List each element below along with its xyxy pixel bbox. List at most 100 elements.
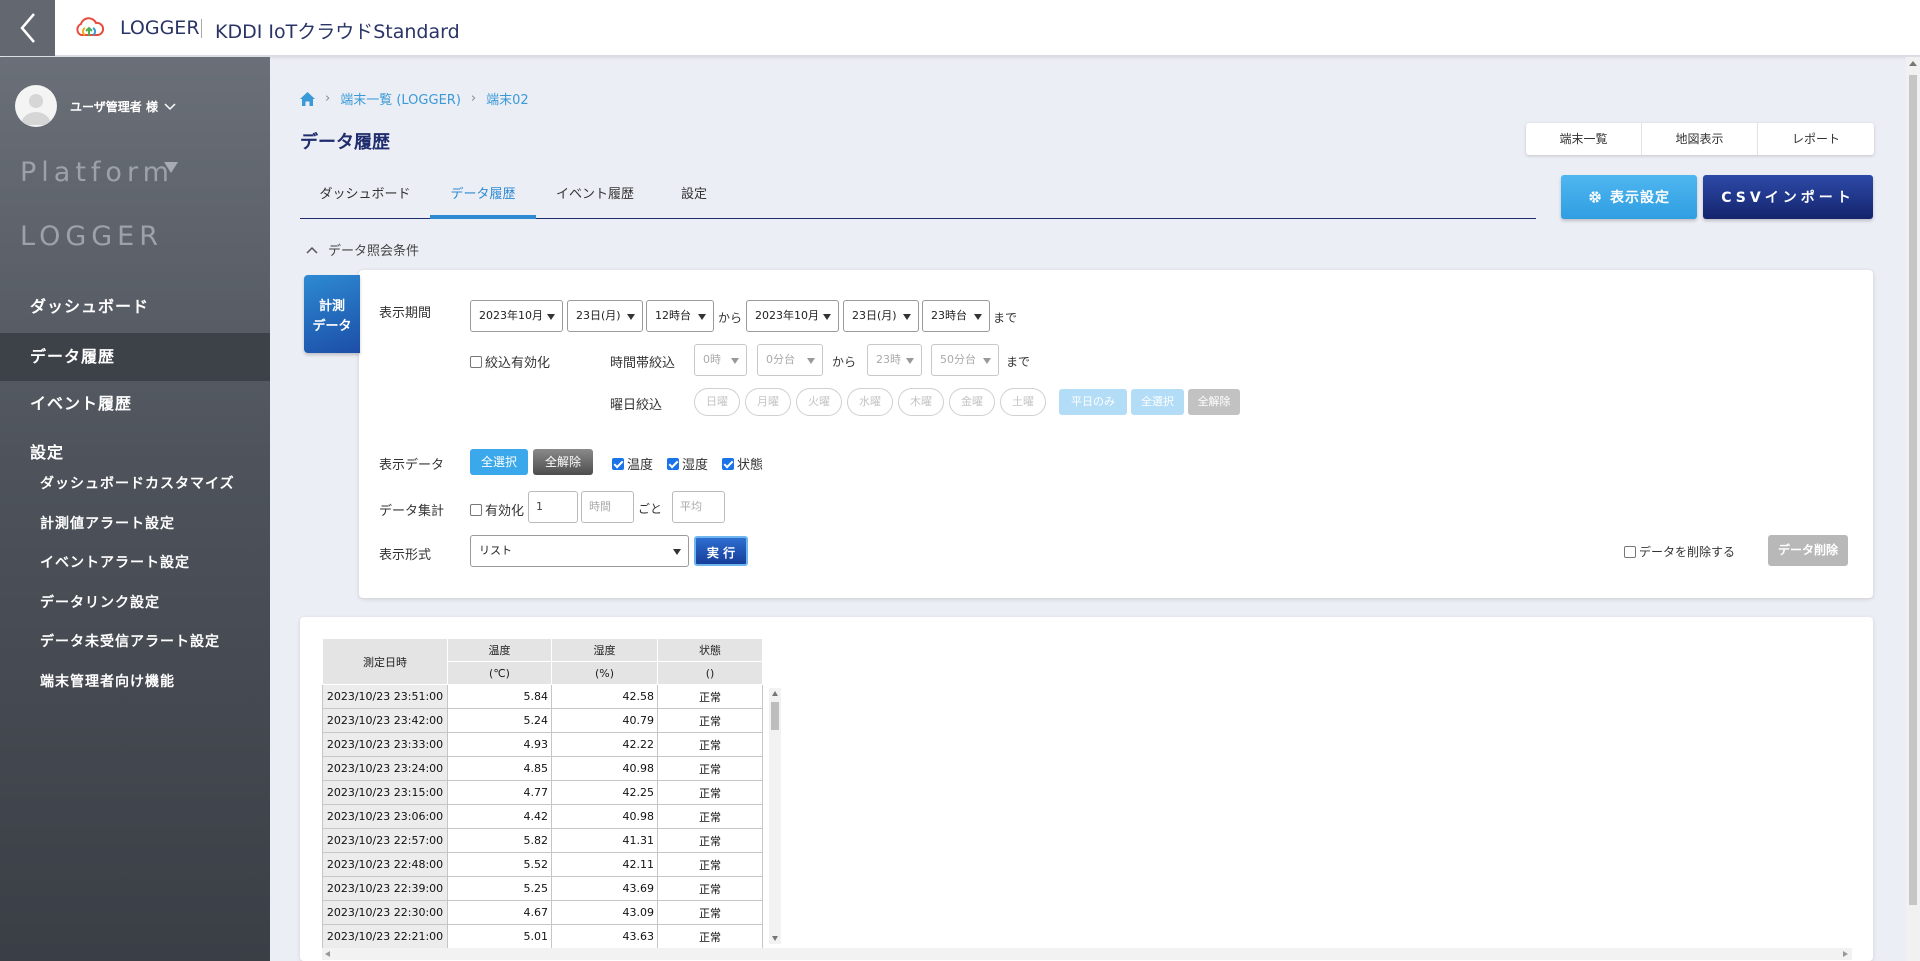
map-view-button[interactable]: 地図表示 (1642, 123, 1758, 155)
display-settings-button[interactable]: 表示設定 (1561, 175, 1697, 219)
aggregate-value-input[interactable]: 1 (528, 491, 578, 523)
from-hour-select[interactable]: 12時台 (646, 300, 714, 332)
nav-item-data-history[interactable]: データ履歴 (0, 333, 270, 381)
checkbox[interactable] (667, 457, 679, 470)
cell-status: 正常 (657, 852, 763, 877)
chevron-left-icon (19, 13, 35, 43)
from-day-select[interactable]: 23日(月) (567, 300, 643, 332)
back-button[interactable] (0, 0, 55, 56)
header-temperature[interactable]: 温度 (447, 638, 552, 662)
device-list-button[interactable]: 端末一覧 (1526, 123, 1642, 155)
tab-settings[interactable]: 設定 (654, 178, 734, 219)
page-scrollbar[interactable] (1906, 57, 1920, 961)
check-status[interactable]: 状態 (722, 454, 763, 473)
weekday-deselect-all-button[interactable]: 全解除 (1188, 389, 1240, 415)
display-select-all-button[interactable]: 全選択 (470, 449, 528, 475)
header-datetime[interactable]: 測定日時 (322, 638, 448, 685)
report-button[interactable]: レポート (1758, 123, 1874, 155)
aggregate-method-input[interactable]: 平均 (672, 491, 725, 523)
horizontal-scrollbar[interactable] (322, 948, 1852, 960)
tab-dashboard[interactable]: ダッシュボード (300, 178, 430, 219)
chevron-up-icon (306, 246, 318, 254)
csv-import-button[interactable]: CSVインポート (1703, 175, 1873, 219)
table-row: 2023/10/23 22:30:00 4.67 43.09 正常 (322, 900, 763, 925)
breadcrumb-current-device[interactable]: 端末02 (486, 89, 529, 108)
sub-item-event-alert[interactable]: イベントアラート設定 (40, 552, 190, 572)
table-scroll-thumb[interactable] (771, 702, 779, 730)
nav-item-event-history[interactable]: イベント履歴 (0, 380, 270, 428)
page-title: データ履歴 (300, 132, 390, 153)
weekday-sat[interactable]: 土曜 (1000, 388, 1046, 416)
time-to-hour-select[interactable]: 23時 (867, 344, 922, 376)
weekday-fri[interactable]: 金曜 (949, 388, 995, 416)
filter-enable-checkbox[interactable]: 絞込有効化 (470, 352, 550, 371)
measurement-data-tab[interactable]: 計測 データ (304, 275, 360, 353)
sub-item-no-data-alert[interactable]: データ未受信アラート設定 (40, 631, 220, 651)
scroll-right-icon[interactable] (1843, 951, 1848, 957)
nav-item-dashboard[interactable]: ダッシュボード (0, 283, 270, 331)
scroll-down-icon[interactable] (772, 936, 778, 941)
table-scrollbar[interactable] (769, 688, 781, 944)
aggregate-unit-input[interactable]: 時間 (581, 491, 634, 523)
to-day-select[interactable]: 23日(月) (843, 300, 919, 332)
time-from-hour-select[interactable]: 0時 (694, 344, 747, 376)
execute-button[interactable]: 実 行 (694, 536, 748, 566)
checkbox[interactable] (1624, 545, 1636, 558)
to-hour-select[interactable]: 23時台 (922, 300, 990, 332)
delete-data-button[interactable]: データ削除 (1768, 535, 1848, 566)
sub-item-data-link[interactable]: データリンク設定 (40, 592, 160, 612)
page-scroll-thumb[interactable] (1909, 75, 1917, 905)
checkbox[interactable] (722, 457, 734, 470)
cell-humidity: 43.09 (551, 900, 658, 925)
scroll-up-icon[interactable] (772, 691, 778, 696)
weekday-thu[interactable]: 木曜 (898, 388, 944, 416)
platform-switcher[interactable]: Platform (20, 157, 174, 188)
time-from-minute-select[interactable]: 0分台 (757, 344, 823, 376)
sub-item-admin-functions[interactable]: 端末管理者向け機能 (40, 671, 175, 691)
from-label: から (718, 311, 743, 325)
cell-status: 正常 (657, 780, 763, 805)
aggregate-enable-checkbox[interactable]: 有効化 (470, 500, 524, 519)
check-temperature[interactable]: 温度 (612, 454, 653, 473)
user-menu[interactable]: ユーザ管理者 様 (70, 98, 176, 115)
cell-datetime: 2023/10/23 23:15:00 (322, 780, 448, 805)
app-title: LOGGER (120, 17, 200, 39)
format-select[interactable]: リスト (470, 535, 689, 567)
delete-data-checkbox[interactable]: データを削除する (1624, 543, 1735, 560)
cell-status: 正常 (657, 828, 763, 853)
check-humidity[interactable]: 湿度 (667, 454, 708, 473)
scroll-up-icon[interactable] (1909, 61, 1917, 66)
weekday-sun[interactable]: 日曜 (694, 388, 740, 416)
time-to-minute-select[interactable]: 50分台 (931, 344, 999, 376)
tab-data-history[interactable]: データ履歴 (430, 178, 536, 219)
weekday-only-button[interactable]: 平日のみ (1059, 389, 1127, 415)
checkbox[interactable] (470, 503, 482, 516)
breadcrumb-device-list[interactable]: 端末一覧 (LOGGER) (340, 89, 461, 108)
weekday-wed[interactable]: 水曜 (847, 388, 893, 416)
tab-event-history[interactable]: イベント履歴 (536, 178, 654, 219)
checkbox[interactable] (612, 457, 624, 470)
sub-item-measure-alert[interactable]: 計測値アラート設定 (40, 513, 175, 533)
sub-item-dashboard-customize[interactable]: ダッシュボードカスタマイズ (40, 473, 235, 493)
display-deselect-all-button[interactable]: 全解除 (533, 449, 593, 475)
header-humidity[interactable]: 湿度 (551, 638, 658, 662)
cell-datetime: 2023/10/23 23:06:00 (322, 804, 448, 829)
checkbox[interactable] (470, 355, 482, 368)
nav-item-settings[interactable]: 設定 (0, 429, 270, 477)
table-row: 2023/10/23 23:33:00 4.93 42.22 正常 (322, 732, 763, 757)
cloud-logo-icon (76, 17, 105, 36)
avatar[interactable] (15, 85, 57, 127)
from-month-select[interactable]: 2023年10月 (470, 300, 563, 332)
weekday-select-all-button[interactable]: 全選択 (1131, 389, 1184, 415)
weekday-tue[interactable]: 火曜 (796, 388, 842, 416)
cell-status: 正常 (657, 756, 763, 781)
check-humidity-label: 湿度 (682, 458, 709, 473)
cell-status: 正常 (657, 924, 763, 949)
weekday-mon[interactable]: 月曜 (745, 388, 791, 416)
to-month-select[interactable]: 2023年10月 (746, 300, 839, 332)
conditions-toggle[interactable]: データ照会条件 (306, 240, 419, 259)
cell-humidity: 40.98 (551, 804, 658, 829)
header-status[interactable]: 状態 (657, 638, 763, 662)
home-icon[interactable] (300, 91, 315, 106)
scroll-left-icon[interactable] (325, 951, 330, 957)
